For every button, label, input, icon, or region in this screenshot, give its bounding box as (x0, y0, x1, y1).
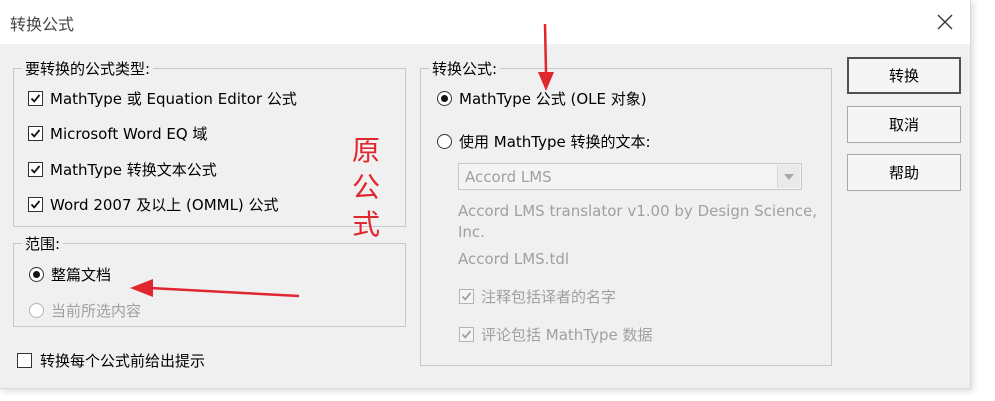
convert-text-label: 使用 MathType 转换的文本: (459, 133, 651, 151)
prompt-before-convert-label: 转换每个公式前给出提示 (40, 352, 206, 370)
translator-select-value: Accord LMS (465, 168, 552, 186)
dropdown-button[interactable] (777, 165, 800, 188)
translator-file-name: Accord LMS.tdl (458, 250, 570, 268)
checkbox-box[interactable] (28, 91, 43, 106)
convert-text-radio[interactable]: 使用 MathType 转换的文本: (437, 131, 651, 152)
convert-ole-label: MathType 公式 (OLE 对象) (459, 90, 647, 108)
radio-dot (33, 271, 40, 278)
convert-to-legend: 转换公式: (432, 60, 498, 78)
radio-circle[interactable] (29, 267, 44, 282)
range-whole-document-radio[interactable]: 整篇文档 (29, 264, 111, 285)
include-mathtype-data-checkbox[interactable]: 评论包括 MathType 数据 (459, 324, 653, 345)
type-mathtype-checkbox[interactable]: MathType 或 Equation Editor 公式 (28, 88, 297, 109)
checkmark-icon (461, 330, 472, 339)
translator-description-line1: Accord LMS translator v1.00 by Design Sc… (458, 202, 818, 220)
checkbox-box[interactable] (28, 197, 43, 212)
checkmark-icon (30, 94, 41, 103)
include-translator-name-checkbox[interactable]: 注释包括译者的名字 (459, 286, 616, 307)
title-bar: 转换公式 (0, 0, 970, 44)
type-eq-field-checkbox[interactable]: Microsoft Word EQ 域 (28, 123, 207, 144)
close-button[interactable] (930, 8, 960, 36)
type-text-equation-checkbox[interactable]: MathType 转换文本公式 (28, 159, 217, 180)
close-icon (937, 14, 953, 30)
radio-circle[interactable] (29, 303, 44, 318)
type-omml-checkbox[interactable]: Word 2007 及以上 (OMML) 公式 (28, 194, 279, 215)
prompt-before-convert-checkbox[interactable]: 转换每个公式前给出提示 (17, 350, 205, 371)
convert-equations-dialog: 转换公式 要转换的公式类型: MathType 或 Equation Edito… (0, 0, 971, 389)
radio-dot (441, 95, 448, 102)
help-button[interactable]: 帮助 (847, 154, 961, 191)
radio-circle[interactable] (437, 91, 452, 106)
equation-types-legend: 要转换的公式类型: (25, 60, 151, 78)
translator-select[interactable]: Accord LMS (458, 163, 802, 190)
checkbox-box[interactable] (459, 289, 474, 304)
type-omml-label: Word 2007 及以上 (OMML) 公式 (50, 196, 279, 214)
checkmark-icon (30, 200, 41, 209)
radio-circle[interactable] (437, 134, 452, 149)
checkbox-box[interactable] (17, 353, 32, 368)
checkmark-icon (30, 129, 41, 138)
range-selection-label: 当前所选内容 (51, 302, 142, 320)
checkbox-box[interactable] (459, 327, 474, 342)
range-whole-document-label: 整篇文档 (51, 266, 112, 284)
type-mathtype-label: MathType 或 Equation Editor 公式 (50, 90, 297, 108)
annotation-char-2: 公 (351, 171, 380, 204)
annotation-text: 原 公 式 (349, 132, 383, 243)
chevron-down-icon (784, 173, 794, 180)
annotation-char-3: 式 (351, 208, 380, 241)
type-text-equation-label: MathType 转换文本公式 (50, 161, 217, 179)
range-selection-radio[interactable]: 当前所选内容 (29, 300, 141, 321)
checkbox-box[interactable] (28, 126, 43, 141)
annotation-char-1: 原 (351, 134, 380, 167)
include-mathtype-data-label: 评论包括 MathType 数据 (481, 326, 653, 344)
checkbox-box[interactable] (28, 162, 43, 177)
convert-ole-radio[interactable]: MathType 公式 (OLE 对象) (437, 88, 647, 109)
convert-button[interactable]: 转换 (847, 57, 961, 94)
cancel-button[interactable]: 取消 (847, 106, 961, 143)
checkmark-icon (461, 292, 472, 301)
type-eq-field-label: Microsoft Word EQ 域 (50, 125, 208, 143)
range-legend: 范围: (25, 235, 61, 253)
translator-description-line2: Inc. (458, 223, 485, 241)
checkmark-icon (30, 165, 41, 174)
include-translator-name-label: 注释包括译者的名字 (481, 288, 617, 306)
dialog-title: 转换公式 (10, 15, 75, 34)
